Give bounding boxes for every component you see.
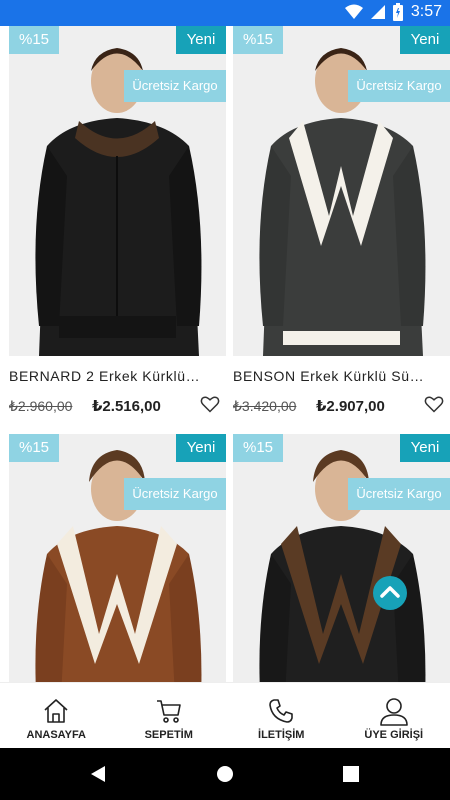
wifi-icon bbox=[344, 4, 363, 19]
home-circle-icon[interactable] bbox=[216, 765, 234, 783]
free-shipping-badge: Ücretsiz Kargo bbox=[348, 478, 450, 510]
new-badge: Yeni bbox=[176, 26, 226, 54]
new-badge: Yeni bbox=[400, 434, 450, 462]
price: ₺2.516,00 bbox=[92, 398, 161, 415]
battery-icon bbox=[392, 3, 403, 21]
jacket-illustration bbox=[9, 434, 226, 682]
bottom-tab-bar: ANASAYFA SEPETİM İLETİŞİM ÜYE GİRİŞİ bbox=[0, 682, 450, 748]
product-image[interactable]: %15 Yeni Ücretsiz Kargo bbox=[233, 26, 450, 356]
cart-icon bbox=[156, 700, 181, 723]
discount-badge: %15 bbox=[233, 26, 283, 54]
heart-icon[interactable] bbox=[200, 394, 220, 414]
discount-badge: %15 bbox=[233, 434, 283, 462]
tab-label: İLETİŞİM bbox=[258, 729, 305, 741]
status-time: 3:57 bbox=[410, 3, 442, 20]
tab-label: ANASAYFA bbox=[26, 729, 87, 741]
product-name[interactable]: BENSON Erkek Kürklü Sü… bbox=[233, 368, 450, 384]
product-image[interactable]: %15 Yeni Ücretsiz Kargo bbox=[9, 26, 226, 356]
tab-contact[interactable]: İLETİŞİM bbox=[225, 683, 338, 748]
new-badge: Yeni bbox=[400, 26, 450, 54]
price: ₺2.907,00 bbox=[316, 398, 385, 415]
new-badge: Yeni bbox=[176, 434, 226, 462]
product-grid[interactable]: %15 Yeni Ücretsiz Kargo BERNARD 2 Erkek … bbox=[0, 26, 450, 682]
free-shipping-badge: Ücretsiz Kargo bbox=[124, 478, 226, 510]
free-shipping-badge: Ücretsiz Kargo bbox=[348, 70, 450, 102]
status-bar: 3:57 bbox=[0, 0, 450, 26]
product-name[interactable]: BERNARD 2 Erkek Kürklü… bbox=[9, 368, 226, 384]
discount-badge: %15 bbox=[9, 26, 59, 54]
heart-icon[interactable] bbox=[424, 394, 444, 414]
tab-label: SEPETİM bbox=[144, 729, 193, 741]
tab-label: ÜYE GİRİŞİ bbox=[364, 729, 424, 741]
phone-icon bbox=[269, 699, 294, 723]
home-icon bbox=[44, 699, 68, 723]
free-shipping-badge: Ücretsiz Kargo bbox=[124, 70, 226, 102]
back-icon[interactable] bbox=[89, 765, 107, 783]
tab-cart[interactable]: SEPETİM bbox=[113, 683, 226, 748]
old-price: ₺2.960,00 bbox=[9, 398, 73, 414]
signal-icon bbox=[370, 5, 385, 19]
tab-login[interactable]: ÜYE GİRİŞİ bbox=[338, 683, 450, 748]
user-icon bbox=[379, 698, 408, 726]
jacket-illustration bbox=[233, 434, 450, 682]
chevron-up-icon bbox=[380, 586, 400, 598]
recents-icon[interactable] bbox=[343, 766, 359, 782]
tab-home[interactable]: ANASAYFA bbox=[0, 683, 113, 748]
old-price: ₺3.420,00 bbox=[233, 398, 297, 414]
system-nav-bar bbox=[0, 748, 450, 800]
product-image[interactable]: %15 Yeni Ücretsiz Kargo bbox=[233, 434, 450, 682]
discount-badge: %15 bbox=[9, 434, 59, 462]
product-image[interactable]: %15 Yeni Ücretsiz Kargo bbox=[9, 434, 226, 682]
scroll-to-top-button[interactable] bbox=[373, 576, 407, 610]
